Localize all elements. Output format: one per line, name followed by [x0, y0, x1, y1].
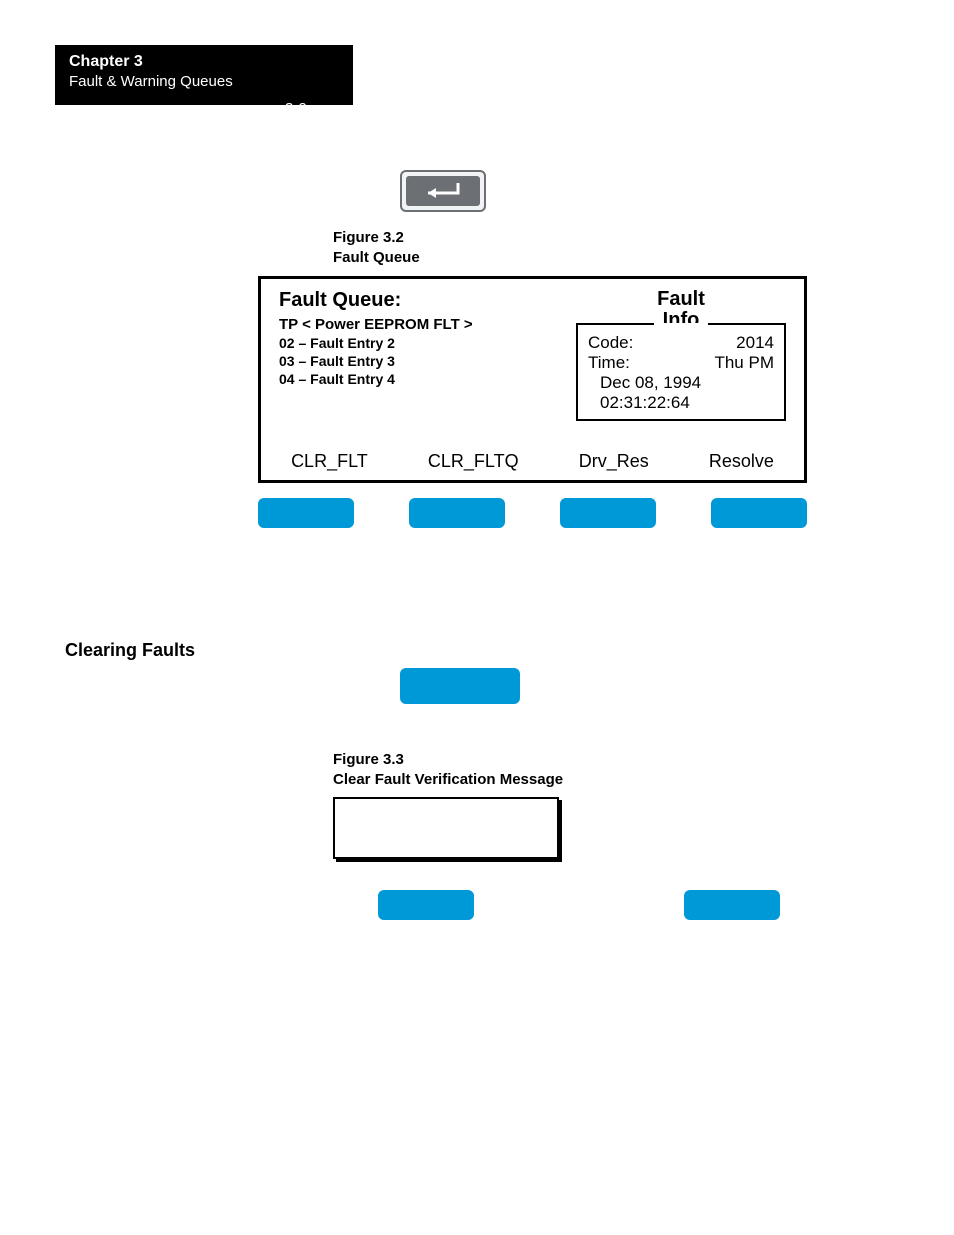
code-value: 2014 — [736, 333, 774, 353]
code-label: Code: — [588, 333, 633, 353]
fault-queue-column: Fault Queue: TP < Power EEPROM FLT > 02 … — [279, 289, 536, 421]
time-value: Thu PM — [714, 353, 774, 373]
fault-queue-tp-line: TP < Power EEPROM FLT > — [279, 316, 536, 333]
clearing-faults-heading: Clearing Faults — [65, 640, 195, 661]
chapter-header: 3-2 Chapter 3 Fault & Warning Queues — [55, 45, 353, 105]
fkey-label: Drv_Res — [579, 451, 649, 472]
fault-entry: 04 – Fault Entry 4 — [279, 371, 536, 387]
figure-3-2-caption: Figure 3.2 Fault Queue — [333, 228, 420, 267]
enter-key-face — [406, 176, 480, 206]
figure-3-2-title: Fault Queue — [333, 248, 420, 268]
figure-3-3-title: Clear Fault Verification Message — [333, 770, 563, 790]
enter-icon — [418, 179, 468, 203]
fault-queue-title: Fault Queue: — [279, 289, 536, 312]
drv-res-button[interactable] — [560, 498, 656, 528]
clr-flt-button[interactable] — [258, 498, 354, 528]
fault-entry: 03 – Fault Entry 3 — [279, 353, 536, 369]
fault-queue-screen: Fault Queue: TP < Power EEPROM FLT > 02 … — [258, 276, 807, 483]
verify-left-button[interactable] — [378, 890, 474, 920]
figure-3-3-caption: Figure 3.3 Clear Fault Verification Mess… — [333, 750, 563, 789]
clear-fault-verify-box — [333, 797, 559, 859]
fault-info-box: Code: 2014 Time: Thu PM Dec 08, 1994 02:… — [576, 323, 786, 421]
fkey-label: Resolve — [709, 451, 774, 472]
clr-fltq-button[interactable] — [409, 498, 505, 528]
figure-3-3-number: Figure 3.3 — [333, 750, 563, 770]
chapter-subtitle: Fault & Warning Queues — [69, 73, 339, 90]
page: 3-2 Chapter 3 Fault & Warning Queues Fig… — [0, 0, 954, 1235]
enter-key[interactable] — [400, 170, 486, 212]
fault-clock: 02:31:22:64 — [588, 393, 774, 413]
fkey-label: CLR_FLT — [291, 451, 368, 472]
fault-info-column: Fault Info Code: 2014 Time: Thu PM Dec 0… — [576, 289, 786, 421]
screen-function-keys: CLR_FLT CLR_FLTQ Drv_Res Resolve — [261, 451, 804, 472]
time-label: Time: — [588, 353, 630, 373]
resolve-button[interactable] — [711, 498, 807, 528]
verify-right-button[interactable] — [684, 890, 780, 920]
clearing-faults-button[interactable] — [400, 668, 520, 704]
figure-3-2-number: Figure 3.2 — [333, 228, 420, 248]
fault-entry: 02 – Fault Entry 2 — [279, 335, 536, 351]
soft-button-row — [258, 498, 807, 528]
fault-date: Dec 08, 1994 — [588, 373, 774, 393]
chapter-label: Chapter 3 — [69, 53, 339, 71]
page-number: 3-2 — [285, 100, 307, 117]
fkey-label: CLR_FLTQ — [428, 451, 519, 472]
